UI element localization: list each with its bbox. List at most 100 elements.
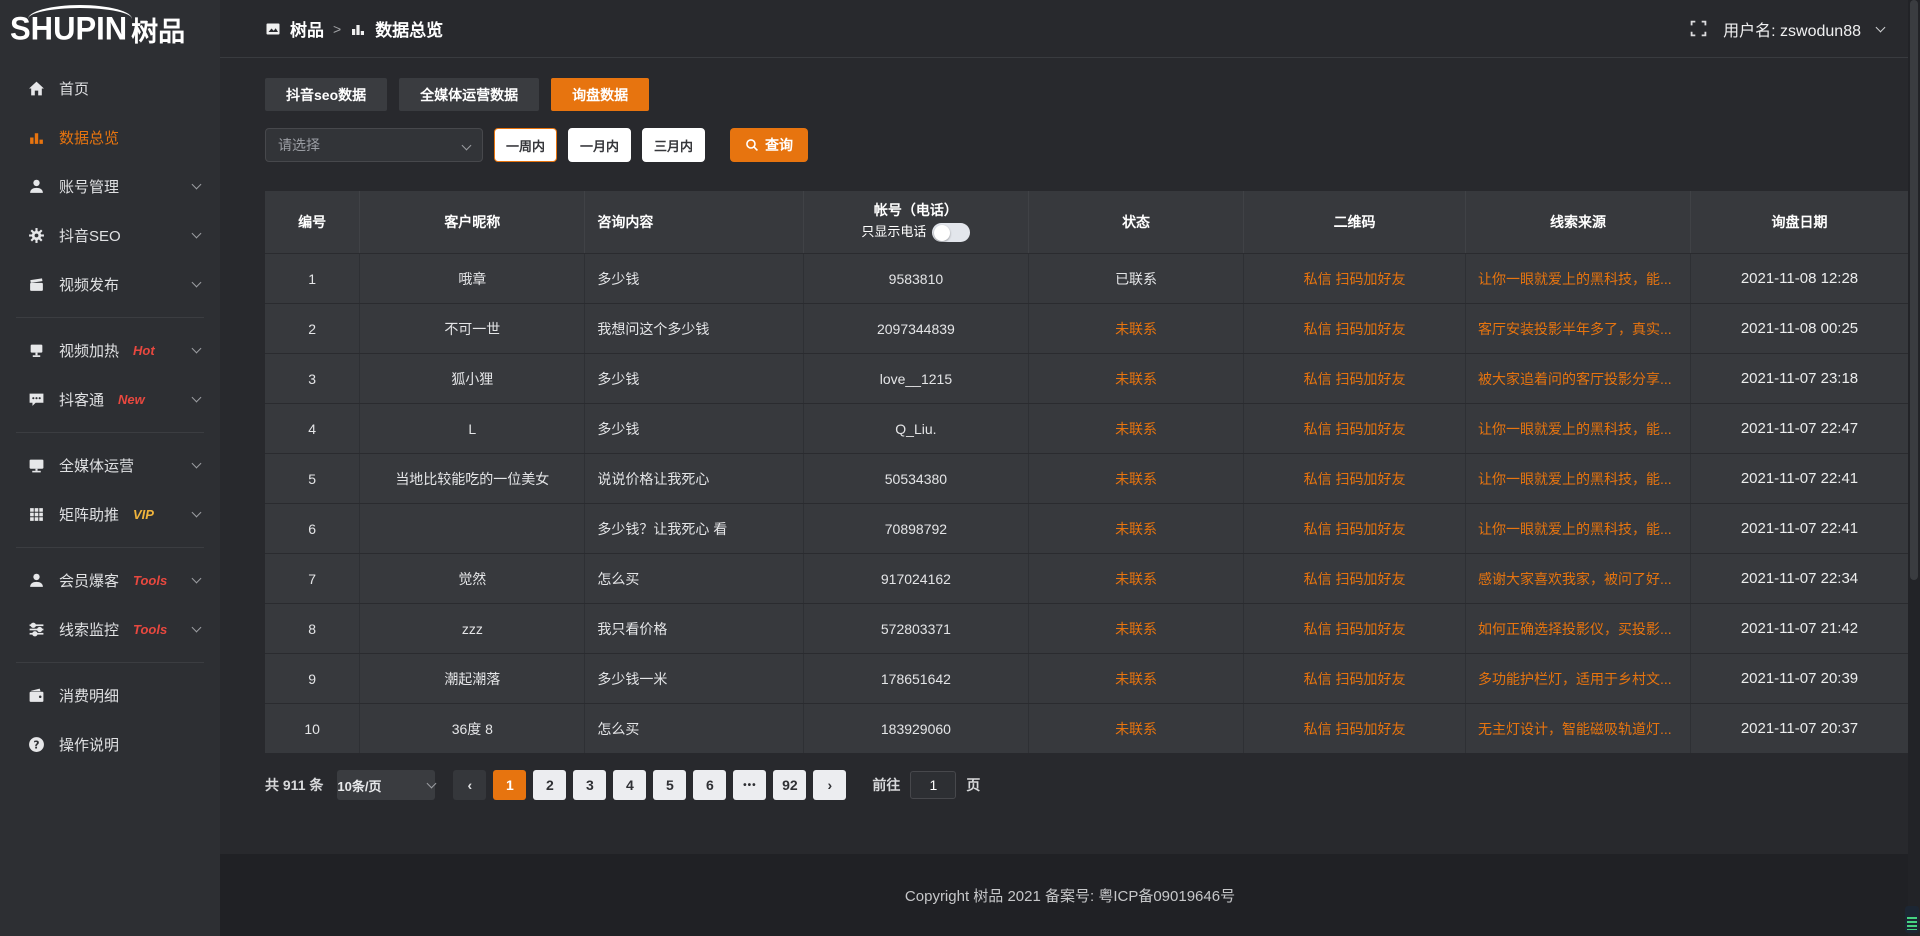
search-button-label: 查询: [765, 135, 793, 155]
table-header-row: 编号 客户昵称 咨询内容 帐号（电话） 只显示电话 状态 二维码 线索来源 询盘…: [265, 191, 1908, 253]
top-header: 树品 > 数据总览 用户名: zswodun88: [220, 0, 1920, 58]
cell-qr-links[interactable]: 私信 扫码加好友: [1244, 404, 1466, 453]
cell-source-link[interactable]: 让你一眼就爱上的黑科技，能...: [1466, 504, 1691, 553]
cell-source-link[interactable]: 让你一眼就爱上的黑科技，能...: [1466, 254, 1691, 303]
sidebar-item-douyin-seo[interactable]: 抖音SEO: [0, 211, 220, 260]
cell-source-link[interactable]: 无主灯设计，智能磁吸轨道灯...: [1466, 704, 1691, 753]
page-button-1[interactable]: 1: [493, 770, 526, 800]
tab-omnimedia-data[interactable]: 全媒体运营数据: [399, 78, 539, 111]
cell-source-link[interactable]: 客厅安装投影半年多了，真实...: [1466, 304, 1691, 353]
user-zone: 用户名: zswodun88: [1690, 17, 1884, 41]
jump-label: 前往: [872, 775, 900, 795]
cell-source-link[interactable]: 感谢大家喜欢我家，被问了好...: [1466, 554, 1691, 603]
cell-status: 未联系: [1029, 654, 1244, 703]
monitor-icon: [28, 457, 45, 474]
search-button[interactable]: 查询: [730, 128, 808, 162]
username-label[interactable]: 用户名: zswodun88: [1723, 17, 1861, 41]
page-button-5[interactable]: 5: [653, 770, 686, 800]
cell-nickname: 不可一世: [360, 304, 585, 353]
sidebar-item-video-publish[interactable]: 视频发布: [0, 260, 220, 309]
page-scrollbar[interactable]: [1908, 0, 1920, 936]
sidebar: SHUPIN 树品 首页 数据总览 账号管理 抖音SEO 视频发布: [0, 0, 220, 936]
next-page-button[interactable]: ›: [813, 770, 846, 800]
sidebar-item-label: 首页: [59, 78, 89, 99]
cell-content: 多少钱: [585, 404, 804, 453]
sidebar-item-spending-details[interactable]: 消费明细: [0, 671, 220, 720]
range-button-month[interactable]: 一月内: [568, 128, 631, 162]
cell-status: 未联系: [1029, 504, 1244, 553]
phone-only-toggle[interactable]: [932, 223, 970, 242]
sidebar-divider: [16, 317, 204, 318]
cell-source-link[interactable]: 让你一眼就爱上的黑科技，能...: [1466, 454, 1691, 503]
more-pages-button[interactable]: •••: [733, 770, 766, 800]
page-button-3[interactable]: 3: [573, 770, 606, 800]
sidebar-item-home[interactable]: 首页: [0, 64, 220, 113]
sidebar-item-account-management[interactable]: 账号管理: [0, 162, 220, 211]
cell-no: 9: [265, 654, 360, 703]
sidebar-item-douketong[interactable]: 抖客通 New: [0, 375, 220, 424]
sidebar-item-label: 数据总览: [59, 127, 119, 148]
cell-date: 2021-11-07 20:39: [1691, 654, 1908, 703]
sidebar-item-video-heating[interactable]: 视频加热 Hot: [0, 326, 220, 375]
breadcrumb-home[interactable]: 树品: [290, 16, 324, 41]
cell-qr-links[interactable]: 私信 扫码加好友: [1244, 504, 1466, 553]
tab-inquiry-data[interactable]: 询盘数据: [551, 78, 649, 111]
chevron-down-icon: [192, 574, 202, 584]
browser-widget[interactable]: [1905, 906, 1919, 933]
cell-qr-links[interactable]: 私信 扫码加好友: [1244, 554, 1466, 603]
logo-text-en: SHUPIN: [10, 10, 127, 48]
col-header-status: 状态: [1029, 191, 1244, 253]
cell-no: 3: [265, 354, 360, 403]
page-button-6[interactable]: 6: [693, 770, 726, 800]
account-header-label: 帐号（电话）: [874, 202, 958, 218]
jump-page-input[interactable]: [910, 771, 956, 799]
sidebar-divider: [16, 662, 204, 663]
cell-account: love__1215: [804, 354, 1029, 403]
cell-source-link[interactable]: 让你一眼就爱上的黑科技，能...: [1466, 404, 1691, 453]
tab-douyin-seo-data[interactable]: 抖音seo数据: [265, 78, 387, 111]
cell-source-link[interactable]: 如何正确选择投影仪，买投影...: [1466, 604, 1691, 653]
sidebar-item-label: 线索监控: [59, 619, 119, 640]
cell-status: 未联系: [1029, 404, 1244, 453]
page-button-92[interactable]: 92: [773, 770, 806, 800]
sidebar-item-member-burst[interactable]: 会员爆客 Tools: [0, 556, 220, 605]
cell-qr-links[interactable]: 私信 扫码加好友: [1244, 604, 1466, 653]
vip-badge: VIP: [133, 507, 154, 522]
table-row: 3 狐小狸 多少钱 love__1215 未联系 私信 扫码加好友 被大家追着问…: [265, 353, 1908, 403]
sidebar-item-instructions[interactable]: ? 操作说明: [0, 720, 220, 769]
cell-qr-links[interactable]: 私信 扫码加好友: [1244, 304, 1466, 353]
cell-nickname: 狐小狸: [360, 354, 585, 403]
cell-qr-links[interactable]: 私信 扫码加好友: [1244, 654, 1466, 703]
cell-content: 怎么买: [585, 704, 804, 753]
table-row: 9 潮起潮落 多少钱一米 178651642 未联系 私信 扫码加好友 多功能护…: [265, 653, 1908, 703]
range-button-week[interactable]: 一周内: [494, 128, 557, 162]
cell-qr-links[interactable]: 私信 扫码加好友: [1244, 454, 1466, 503]
cell-qr-links[interactable]: 私信 扫码加好友: [1244, 704, 1466, 753]
bar-chart-icon: [28, 129, 45, 146]
cell-source-link[interactable]: 多功能护栏灯，适用于乡村文...: [1466, 654, 1691, 703]
filter-bar: 请选择 一周内 一月内 三月内 查询: [265, 128, 1908, 162]
cell-account: Q_Liu.: [804, 404, 1029, 453]
sidebar-item-lead-monitor[interactable]: 线索监控 Tools: [0, 605, 220, 654]
cell-qr-links[interactable]: 私信 扫码加好友: [1244, 254, 1466, 303]
fullscreen-icon[interactable]: [1690, 20, 1707, 37]
sidebar-item-matrix-boost[interactable]: 矩阵助推 VIP: [0, 490, 220, 539]
phone-toggle-label: 只显示电话: [861, 225, 926, 240]
search-icon: [745, 138, 759, 152]
sidebar-item-omnimedia[interactable]: 全媒体运营: [0, 441, 220, 490]
prev-page-button[interactable]: ‹: [453, 770, 486, 800]
sidebar-item-label: 账号管理: [59, 176, 119, 197]
sidebar-item-data-overview[interactable]: 数据总览: [0, 113, 220, 162]
cell-qr-links[interactable]: 私信 扫码加好友: [1244, 354, 1466, 403]
range-button-quarter[interactable]: 三月内: [642, 128, 705, 162]
chevron-down-icon: [192, 623, 202, 633]
cell-source-link[interactable]: 被大家追着问的客厅投影分享...: [1466, 354, 1691, 403]
chevron-down-icon: [427, 778, 437, 788]
filter-select[interactable]: 请选择: [265, 128, 483, 162]
cell-no: 7: [265, 554, 360, 603]
user-icon: [28, 572, 45, 589]
page-button-2[interactable]: 2: [533, 770, 566, 800]
page-size-select[interactable]: 10条/页: [337, 770, 435, 800]
page-button-4[interactable]: 4: [613, 770, 646, 800]
scrollbar-thumb[interactable]: [1910, 0, 1918, 580]
